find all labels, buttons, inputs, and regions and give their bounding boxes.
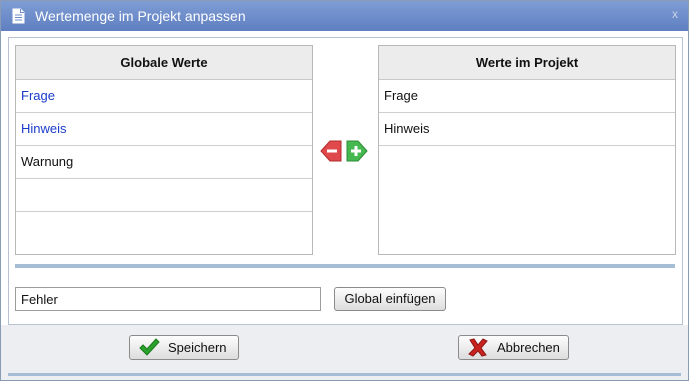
content-area: Globale Werte Frage Hinweis Warnung Wert… — [8, 37, 683, 325]
global-list-item[interactable]: Warnung — [16, 146, 312, 179]
project-values-header: Werte im Projekt — [379, 46, 675, 80]
global-list-empty-row — [16, 179, 312, 212]
global-list-item[interactable]: Frage — [16, 80, 312, 113]
section-divider — [15, 264, 675, 268]
cancel-button-label: Abbrechen — [497, 340, 560, 355]
save-button-label: Speichern — [168, 340, 227, 355]
project-list-item[interactable]: Frage — [379, 80, 675, 113]
checkmark-icon — [139, 338, 160, 356]
arrow-right-plus-icon[interactable] — [346, 139, 368, 163]
dialog-window: Wertemenge im Projekt anpassen x Globale… — [0, 0, 689, 381]
document-icon — [12, 8, 25, 24]
save-button[interactable]: Speichern — [129, 335, 239, 360]
transfer-arrows — [320, 139, 370, 163]
dialog-footer: Speichern Abbrechen — [1, 325, 688, 380]
footer-divider — [8, 373, 681, 376]
global-values-header: Globale Werte — [16, 46, 312, 80]
x-icon — [468, 338, 488, 357]
global-values-list: Globale Werte Frage Hinweis Warnung — [15, 45, 313, 255]
project-list-item[interactable]: Hinweis — [379, 113, 675, 146]
close-button[interactable]: x — [672, 7, 678, 21]
title-bar[interactable]: Wertemenge im Projekt anpassen x — [1, 1, 688, 31]
cancel-button[interactable]: Abbrechen — [458, 335, 569, 360]
global-insert-button[interactable]: Global einfügen — [334, 287, 446, 311]
global-list-item[interactable]: Hinweis — [16, 113, 312, 146]
new-value-input[interactable] — [15, 287, 321, 311]
project-values-list: Werte im Projekt Frage Hinweis — [378, 45, 676, 255]
arrow-left-minus-icon[interactable] — [320, 139, 342, 163]
window-title: Wertemenge im Projekt anpassen — [35, 8, 246, 24]
